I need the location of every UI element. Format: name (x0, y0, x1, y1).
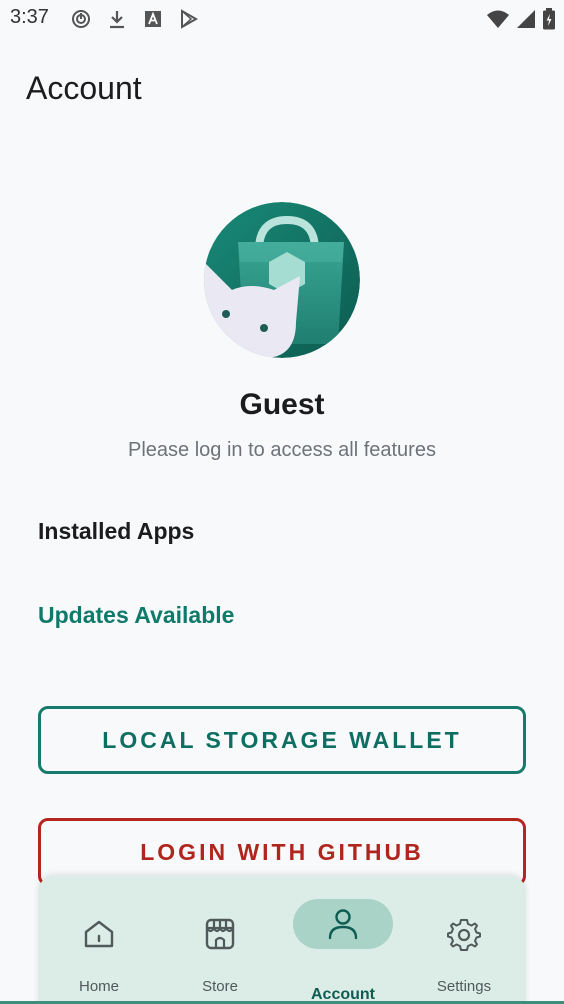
music-icon (70, 8, 92, 30)
status-time: 3:37 (10, 6, 49, 28)
nav-label-settings: Settings (436, 978, 492, 995)
battery-icon (542, 8, 556, 35)
home-icon (79, 914, 119, 954)
login-prompt-text: Please log in to access all features (128, 439, 436, 461)
notification-icons (70, 8, 200, 30)
person-icon (323, 904, 363, 944)
wifi-icon (486, 9, 510, 34)
download-icon (106, 8, 128, 30)
signal-icon (516, 9, 536, 34)
bottom-navigation: Home Store Account Settings (38, 876, 526, 1004)
nav-item-settings[interactable]: Settings (409, 876, 519, 1004)
nav-label-store: Store (202, 978, 238, 995)
nav-item-store[interactable]: Store (165, 876, 275, 1004)
gear-icon (444, 914, 484, 954)
nav-item-home[interactable]: Home (44, 876, 154, 1004)
account-screen: 3:37 Account Guest Please log in to acce… (0, 0, 564, 1004)
installed-apps-link[interactable]: Installed Apps (38, 518, 194, 545)
cat-shopping-bag-avatar (204, 202, 360, 358)
system-icons (486, 8, 556, 35)
store-icon (200, 914, 240, 954)
page-title: Account (26, 70, 142, 106)
play-store-icon (178, 8, 200, 30)
nav-label-home: Home (78, 978, 119, 995)
local-storage-wallet-button[interactable]: LOCAL STORAGE WALLET (38, 706, 526, 774)
status-bar: 3:37 (0, 0, 564, 38)
nav-item-account[interactable]: Account (288, 876, 398, 1004)
font-icon (142, 8, 164, 30)
avatar (204, 202, 360, 358)
updates-available-link[interactable]: Updates Available (38, 602, 234, 629)
user-name: Guest (239, 388, 325, 421)
